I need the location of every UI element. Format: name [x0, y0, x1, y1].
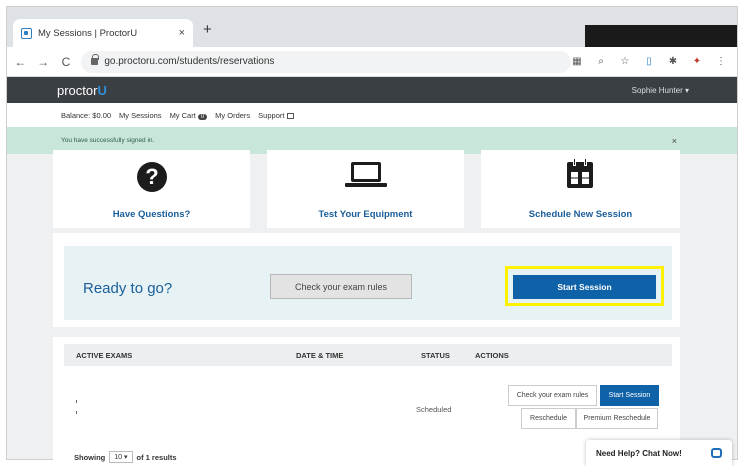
external-link-icon [287, 112, 295, 119]
check-exam-rules-button[interactable]: Check your exam rules [270, 274, 412, 299]
start-session-button[interactable]: Start Session [513, 275, 656, 299]
tab-strip: My Sessions | ProctorU × + [7, 7, 737, 47]
ready-heading: Ready to go? [83, 280, 173, 297]
zoom-icon[interactable]: ⌕ [595, 56, 607, 67]
results-count: of 1 results [136, 452, 177, 462]
status-cell: Scheduled [416, 405, 452, 414]
address-bar[interactable]: go.proctoru.com/students/reservations [81, 50, 571, 73]
my-sessions-link[interactable]: My Sessions [119, 111, 162, 120]
maple-leaf-icon[interactable]: ✦ [691, 56, 703, 67]
alert-message: You have successfully signed in. [61, 137, 155, 144]
lock-icon [91, 54, 100, 65]
calendar-ring [584, 158, 587, 166]
new-tab-button[interactable]: + [203, 21, 212, 38]
alert-close-icon[interactable]: × [672, 136, 677, 146]
proctoru-logo[interactable]: proctorU [57, 83, 107, 98]
redacted-bar [585, 25, 737, 47]
sub-navigation: Balance: $0.00 My Sessions My Cart 0 My O… [7, 103, 737, 127]
translate-icon[interactable]: ▦ [571, 56, 583, 67]
puzzle-icon[interactable]: ✱ [667, 56, 679, 67]
support-link[interactable]: Support [258, 111, 295, 120]
address-row: ← → C go.proctoru.com/students/reservati… [7, 47, 737, 77]
forward-icon[interactable]: → [34, 55, 53, 69]
user-menu[interactable]: Sophie Hunter ▾ [632, 86, 689, 95]
tab-title: My Sessions | ProctorU [38, 27, 138, 39]
back-icon[interactable]: ← [11, 55, 30, 69]
reschedule-button[interactable]: Reschedule [521, 408, 576, 429]
url-text: go.proctoru.com/students/reservations [104, 56, 275, 67]
cart-count-badge: 0 [197, 113, 208, 120]
calendar-ring [573, 158, 576, 166]
have-questions-card[interactable]: ? Have Questions? [53, 150, 250, 228]
card-title: Test Your Equipment [318, 209, 413, 220]
balance-link[interactable]: Balance: $0.00 [61, 111, 111, 120]
tab-close-icon[interactable]: × [179, 27, 185, 39]
chat-widget[interactable]: Need Help? Chat Now! [586, 440, 732, 466]
star-icon[interactable]: ☆ [619, 56, 631, 67]
schedule-session-card[interactable]: Schedule New Session [481, 150, 680, 228]
chat-label: Need Help? Chat Now! [596, 448, 682, 458]
my-cart-link[interactable]: My Cart 0 [170, 111, 208, 120]
chat-bubble-icon [711, 448, 722, 458]
calendar-grid [571, 172, 589, 184]
table-header: ACTIVE EXAMS DATE & TIME STATUS ACTIONS [64, 344, 672, 366]
laptop-base [345, 183, 387, 187]
browser-tab[interactable]: My Sessions | ProctorU × [13, 19, 193, 47]
col-date-time: DATE & TIME [296, 351, 344, 360]
premium-reschedule-button[interactable]: Premium Reschedule [576, 408, 658, 429]
row-start-session-button[interactable]: Start Session [600, 385, 659, 406]
test-equipment-card[interactable]: Test Your Equipment [267, 150, 464, 228]
laptop-icon [351, 162, 381, 182]
card-title: Have Questions? [112, 209, 191, 220]
col-actions: ACTIONS [475, 351, 509, 360]
redacted-text [76, 411, 77, 414]
extension-icons: ▦ ⌕ ☆ ▯ ✱ ✦ ⋮ [571, 56, 727, 67]
my-orders-link[interactable]: My Orders [215, 111, 250, 120]
proctoru-extension-icon[interactable]: ▯ [643, 56, 655, 67]
proctoru-header: proctorU Sophie Hunter ▾ [7, 77, 737, 103]
proctoru-favicon-icon [21, 27, 32, 39]
showing-label: Showing [74, 452, 106, 462]
table-row [64, 372, 672, 442]
redacted-text [76, 400, 77, 403]
question-icon: ? [137, 162, 167, 192]
col-active-exams: ACTIVE EXAMS [76, 351, 133, 360]
row-check-rules-button[interactable]: Check your exam rules [508, 385, 597, 406]
menu-icon[interactable]: ⋮ [715, 56, 727, 67]
pagination-info: Showing 10 ▾ of 1 results [74, 451, 177, 463]
col-status: STATUS [421, 351, 450, 360]
per-page-select[interactable]: 10 ▾ [109, 451, 133, 463]
card-title: Schedule New Session [528, 209, 633, 220]
reload-icon[interactable]: C [57, 55, 76, 69]
